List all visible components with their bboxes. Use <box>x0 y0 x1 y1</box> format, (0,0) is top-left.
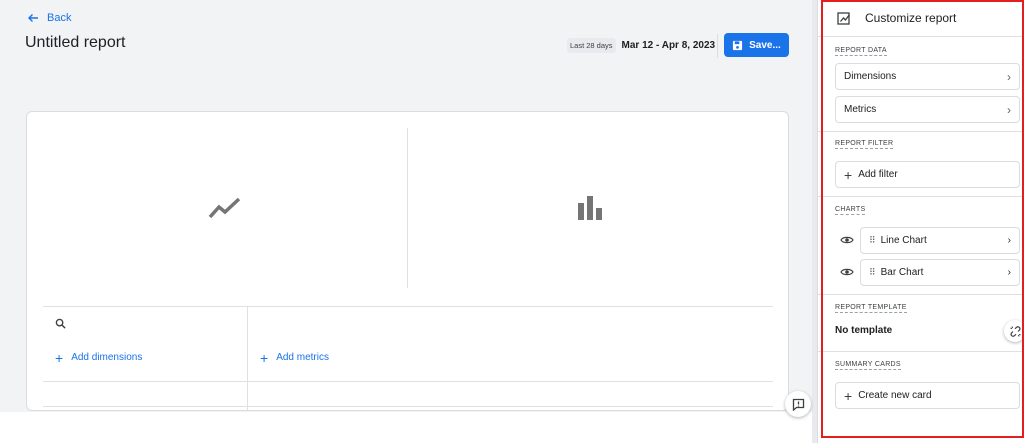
chart-row-left: ⠿ Bar Chart <box>869 267 923 278</box>
bar-chart-row[interactable]: ⠿ Bar Chart › <box>860 259 1020 286</box>
date-range-text: Mar 12 - Apr 8, 2023 <box>621 40 716 51</box>
back-label: Back <box>47 12 72 24</box>
section-divider <box>818 131 1024 132</box>
table-row-divider <box>43 381 773 382</box>
customize-report-panel: Customize report REPORT DATA Dimensions … <box>817 0 1024 443</box>
chevron-right-icon: › <box>1007 267 1011 278</box>
table-column-divider <box>247 306 248 410</box>
line-chart-row[interactable]: ⠿ Line Chart › <box>860 227 1020 254</box>
back-link[interactable]: Back <box>27 12 71 24</box>
save-button[interactable]: Save... <box>724 33 789 57</box>
panel-title: Customize report <box>865 11 957 25</box>
unlink-icon <box>1009 325 1021 337</box>
unlink-template-button[interactable] <box>1004 320 1024 342</box>
add-filter-button[interactable]: + Add filter <box>835 161 1020 188</box>
section-divider <box>818 196 1024 197</box>
plus-icon: + <box>844 387 853 404</box>
chevron-right-icon: › <box>1007 102 1011 117</box>
metrics-label: Metrics <box>844 104 877 115</box>
report-card: + Add dimensions + Add metrics <box>26 111 789 411</box>
dimensions-row[interactable]: Dimensions › <box>835 63 1020 90</box>
summary-cards-heading: SUMMARY CARDS <box>835 361 901 370</box>
table-row-divider <box>43 406 773 407</box>
chart-label: Bar Chart <box>880 267 924 278</box>
chart-label: Line Chart <box>880 235 927 246</box>
plus-icon: + <box>260 349 269 366</box>
create-card-button[interactable]: + Create new card <box>835 382 1020 409</box>
create-card-label: Create new card <box>858 390 932 401</box>
page-title: Untitled report <box>25 34 126 51</box>
eye-icon[interactable] <box>840 235 854 245</box>
add-filter-label: Add filter <box>858 169 898 180</box>
add-metrics-button[interactable]: + Add metrics <box>260 349 329 366</box>
plus-icon: + <box>844 166 853 183</box>
dimensions-label: Dimensions <box>844 71 897 82</box>
drag-handle-icon[interactable]: ⠿ <box>869 267 876 278</box>
add-dimensions-label: Add dimensions <box>71 352 143 363</box>
drag-handle-icon[interactable]: ⠿ <box>869 235 876 246</box>
table-top-border <box>43 306 773 307</box>
add-dimensions-button[interactable]: + Add dimensions <box>55 349 143 366</box>
chevron-right-icon: › <box>1007 69 1011 84</box>
header-divider <box>717 34 718 58</box>
chevron-right-icon: › <box>1007 235 1011 246</box>
report-table: + Add dimensions + Add metrics <box>43 306 773 410</box>
section-divider <box>818 294 1024 295</box>
chart-row-left: ⠿ Line Chart <box>869 235 927 246</box>
footer-area <box>0 412 817 443</box>
chart-divider <box>407 128 408 288</box>
no-template-text: No template <box>835 325 893 336</box>
save-label: Save... <box>749 39 781 51</box>
section-divider <box>818 351 1024 352</box>
add-metrics-label: Add metrics <box>276 352 329 363</box>
report-template-heading: REPORT TEMPLATE <box>835 304 907 313</box>
report-data-heading: REPORT DATA <box>835 47 887 56</box>
search-icon[interactable] <box>55 318 66 329</box>
eye-icon[interactable] <box>840 267 854 277</box>
customize-icon <box>837 12 851 25</box>
panel-header: Customize report <box>818 0 1024 37</box>
line-chart-icon <box>208 197 241 219</box>
metrics-row[interactable]: Metrics › <box>835 96 1020 123</box>
date-preset-chip: Last 28 days <box>567 38 616 53</box>
save-icon <box>733 40 743 50</box>
feedback-button[interactable] <box>785 391 811 417</box>
arrow-left-icon <box>28 14 38 22</box>
bar-chart-icon <box>578 196 602 220</box>
plus-icon: + <box>55 349 64 366</box>
feedback-icon <box>792 398 804 411</box>
report-canvas: Back Untitled report Last 28 days Mar 12… <box>0 0 817 443</box>
date-range-picker[interactable]: Last 28 days Mar 12 - Apr 8, 2023 <box>567 38 715 53</box>
report-filter-heading: REPORT FILTER <box>835 140 894 149</box>
charts-heading: CHARTS <box>835 206 866 215</box>
